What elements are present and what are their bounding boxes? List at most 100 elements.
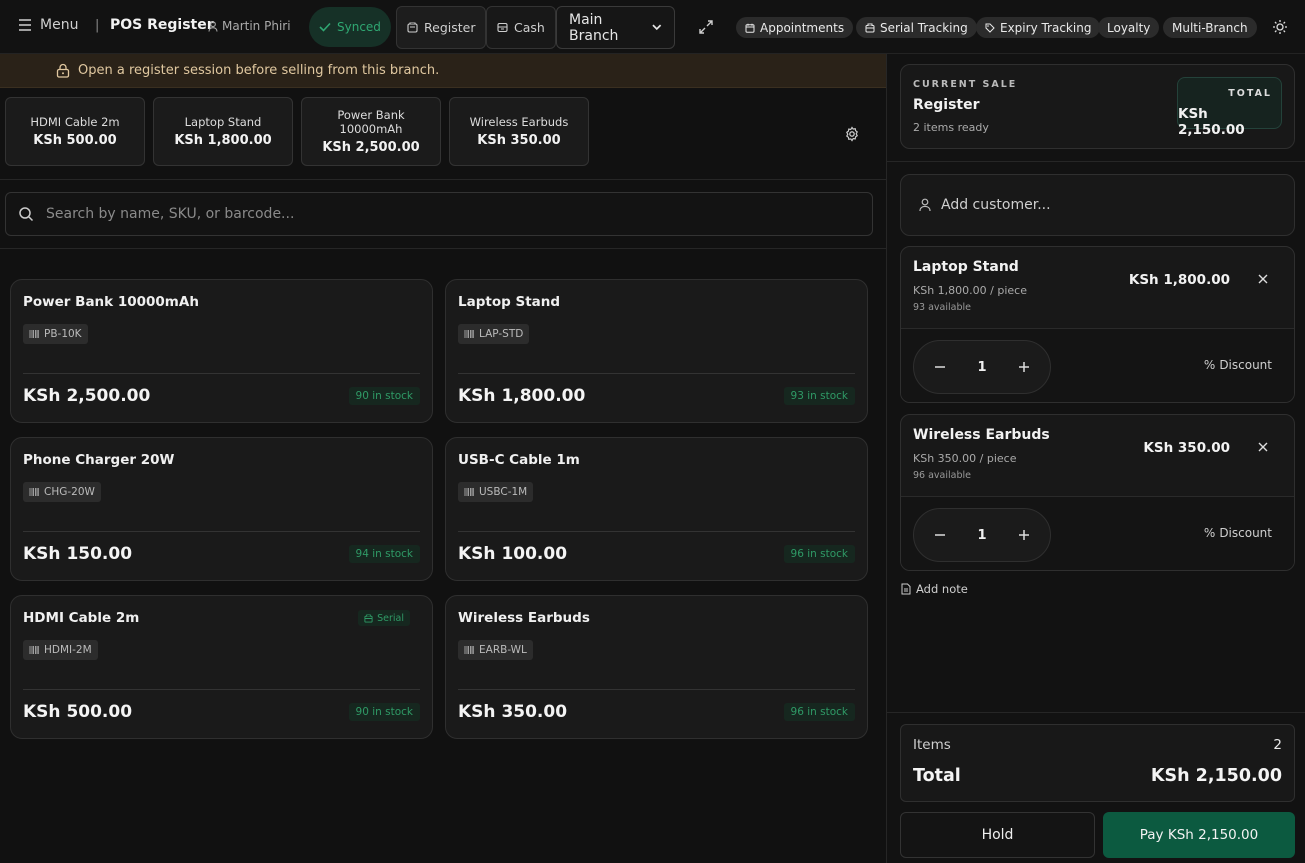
remove-item-button[interactable] <box>1258 442 1268 452</box>
search-area <box>0 180 886 249</box>
product-name: Phone Charger 20W <box>23 452 175 468</box>
cart-item-availability: 93 available <box>913 302 971 313</box>
expand-icon <box>699 20 713 34</box>
current-sale-title: Register <box>913 97 980 113</box>
product-name: Power Bank 10000mAh <box>23 294 199 310</box>
current-sale-card: CURRENT SALE Register 2 items ready TOTA… <box>900 64 1295 149</box>
order-summary: Items 2 Total KSh 2,150.00 <box>900 724 1295 802</box>
add-note-label: Add note <box>916 582 968 596</box>
lock-icon <box>56 63 70 78</box>
cart-item-name: Laptop Stand <box>913 259 1019 275</box>
increase-qty-button[interactable] <box>1018 361 1030 373</box>
product-card[interactable]: USB-C Cable 1m USBC-1M KSh 100.00 96 in … <box>445 437 868 581</box>
product-card[interactable]: Laptop Stand LAP-STD KSh 1,800.00 93 in … <box>445 279 868 423</box>
sku-chip: HDMI-2M <box>23 640 98 660</box>
product-card[interactable]: Phone Charger 20W CHG-20W KSh 150.00 94 … <box>10 437 433 581</box>
add-customer-field[interactable]: Add customer... <box>900 174 1295 236</box>
register-icon <box>407 22 418 33</box>
cart-item-controls: 1 % Discount <box>901 329 1294 402</box>
plus-icon <box>1018 362 1029 372</box>
remove-item-button[interactable] <box>1258 274 1268 284</box>
chevron-down-icon <box>652 24 662 31</box>
product-name: USB-C Cable 1m <box>458 452 580 468</box>
decrease-qty-button[interactable] <box>934 361 946 373</box>
card-divider <box>23 689 420 690</box>
stock-badge: 93 in stock <box>783 387 855 405</box>
cart-item-unit-price: KSh 1,800.00 / piece <box>913 284 1027 297</box>
quantity-stepper: 1 <box>913 340 1051 394</box>
increase-qty-button[interactable] <box>1018 529 1030 541</box>
discount-label: Discount <box>1219 526 1272 540</box>
quick-tile[interactable]: Power Bank 10000mAh KSh 2,500.00 <box>301 97 441 166</box>
user-icon <box>919 198 931 212</box>
menu-label: Menu <box>40 17 79 33</box>
cash-button[interactable]: Cash <box>486 6 556 49</box>
pill-multi-branch[interactable]: Multi-Branch <box>1163 17 1257 38</box>
discount-label: Discount <box>1219 358 1272 372</box>
hold-button[interactable]: Hold <box>900 812 1095 858</box>
barcode-icon <box>464 330 474 338</box>
quick-tile[interactable]: HDMI Cable 2m KSh 500.00 <box>5 97 145 166</box>
discount-button[interactable]: % Discount <box>1204 358 1272 372</box>
menu-button[interactable]: Menu <box>18 17 78 33</box>
sku-chip: LAP-STD <box>458 324 530 344</box>
product-card[interactable]: Power Bank 10000mAh PB-10K KSh 2,500.00 … <box>10 279 433 423</box>
sale-total-value: KSh 2,150.00 <box>1178 106 1245 138</box>
sku-chip: USBC-1M <box>458 482 534 502</box>
quick-tile[interactable]: Laptop Stand KSh 1,800.00 <box>153 97 293 166</box>
user-chip[interactable]: Martin Phiri <box>208 19 291 33</box>
register-button-label: Register <box>424 20 476 35</box>
serial-badge: Serial <box>358 610 410 626</box>
tag-icon <box>985 23 995 33</box>
pill-expiry-tracking[interactable]: Expiry Tracking <box>976 17 1101 38</box>
check-icon <box>319 22 331 32</box>
calendar-icon <box>745 23 755 33</box>
cart-item-controls: 1 % Discount <box>901 497 1294 570</box>
card-divider <box>23 373 420 374</box>
theme-toggle-button[interactable] <box>1272 19 1288 35</box>
card-divider <box>23 531 420 532</box>
note-icon <box>901 583 911 595</box>
branch-select[interactable]: Main Branch <box>556 6 675 49</box>
cash-drawer-icon <box>497 22 508 33</box>
decrease-qty-button[interactable] <box>934 529 946 541</box>
sun-icon <box>1273 20 1287 34</box>
add-note-button[interactable]: Add note <box>901 582 968 596</box>
sku-text: HDMI-2M <box>44 644 92 656</box>
items-count-value: 2 <box>1273 737 1282 753</box>
barcode-icon <box>29 646 39 654</box>
quick-tile-price: KSh 2,500.00 <box>322 140 420 155</box>
sync-status-badge[interactable]: Synced <box>309 7 391 47</box>
stock-badge: 96 in stock <box>783 703 855 721</box>
search-input[interactable] <box>46 206 826 222</box>
product-price: KSh 100.00 <box>458 544 568 564</box>
search-box <box>5 192 873 236</box>
product-price: KSh 1,800.00 <box>458 386 586 406</box>
pill-label: Serial Tracking <box>880 20 968 35</box>
top-bar: Menu | POS Register Martin Phiri Synced … <box>0 0 1305 54</box>
product-price: KSh 150.00 <box>23 544 133 564</box>
pill-serial-tracking[interactable]: Serial Tracking <box>856 17 977 38</box>
fullscreen-button[interactable] <box>698 19 714 35</box>
quick-tiles-settings-button[interactable] <box>844 126 860 142</box>
product-name: HDMI Cable 2m <box>23 610 140 626</box>
current-sale-kicker: CURRENT SALE <box>913 79 1018 90</box>
discount-button[interactable]: % Discount <box>1204 526 1272 540</box>
product-card[interactable]: Wireless Earbuds EARB-WL KSh 350.00 96 i… <box>445 595 868 739</box>
quick-tile[interactable]: Wireless Earbuds KSh 350.00 <box>449 97 589 166</box>
sku-text: EARB-WL <box>479 644 527 656</box>
current-sale-subtitle: 2 items ready <box>913 121 989 134</box>
pill-appointments[interactable]: Appointments <box>736 17 854 38</box>
pill-loyalty[interactable]: Loyalty <box>1098 17 1160 38</box>
cart-item-line-total: KSh 1,800.00 <box>1128 272 1230 288</box>
product-name: Wireless Earbuds <box>458 610 590 626</box>
serial-badge-label: Serial <box>377 612 404 624</box>
stock-badge: 90 in stock <box>348 387 420 405</box>
pay-button[interactable]: Pay KSh 2,150.00 <box>1103 812 1295 858</box>
cash-button-label: Cash <box>514 20 545 35</box>
quantity-value[interactable]: 1 <box>977 528 986 543</box>
register-button[interactable]: Register <box>396 6 487 49</box>
product-card[interactable]: HDMI Cable 2m Serial HDMI-2M KSh 500.00 … <box>10 595 433 739</box>
stock-badge: 96 in stock <box>783 545 855 563</box>
quantity-value[interactable]: 1 <box>977 360 986 375</box>
